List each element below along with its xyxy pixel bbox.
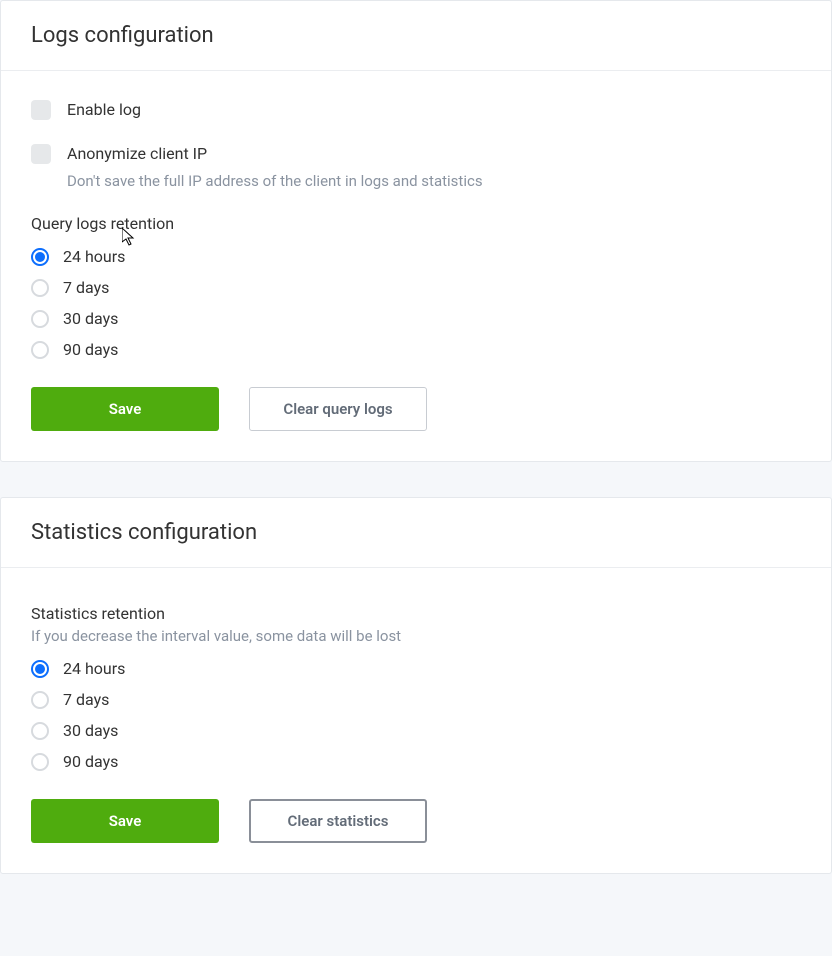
radio-icon [31, 753, 49, 771]
enable-log-checkbox-row[interactable]: Enable log [31, 99, 801, 121]
query-retention-option-label: 30 days [63, 309, 118, 328]
radio-icon [31, 248, 49, 266]
stats-retention-option-label: 7 days [63, 690, 109, 709]
stats-config-card: Statistics configuration Statistics rete… [0, 497, 832, 874]
stats-config-body: Statistics retention If you decrease the… [1, 568, 831, 873]
clear-statistics-button[interactable]: Clear statistics [249, 799, 427, 843]
query-retention-option-7d[interactable]: 7 days [31, 278, 801, 297]
radio-icon [31, 279, 49, 297]
enable-log-label: Enable log [67, 100, 141, 119]
radio-icon [31, 691, 49, 709]
save-stats-button[interactable]: Save [31, 799, 219, 843]
stats-config-title: Statistics configuration [31, 520, 801, 545]
clear-query-logs-button[interactable]: Clear query logs [249, 387, 427, 431]
stats-retention-option-24h[interactable]: 24 hours [31, 659, 801, 678]
anonymize-ip-checkbox-row[interactable]: Anonymize client IP Don't save the full … [31, 143, 801, 192]
stats-retention-option-90d[interactable]: 90 days [31, 752, 801, 771]
query-retention-option-90d[interactable]: 90 days [31, 340, 801, 359]
query-logs-retention-group: 24 hours 7 days 30 days 90 days [31, 247, 801, 359]
query-retention-option-label: 7 days [63, 278, 109, 297]
radio-icon [31, 310, 49, 328]
logs-config-header: Logs configuration [1, 1, 831, 71]
stats-retention-group: 24 hours 7 days 30 days 90 days [31, 659, 801, 771]
radio-icon [31, 341, 49, 359]
radio-icon [31, 722, 49, 740]
stats-retention-option-30d[interactable]: 30 days [31, 721, 801, 740]
anonymize-ip-label: Anonymize client IP [67, 144, 207, 163]
save-logs-button[interactable]: Save [31, 387, 219, 431]
radio-icon [31, 660, 49, 678]
anonymize-ip-desc: Don't save the full IP address of the cl… [67, 170, 483, 193]
stats-retention-desc: If you decrease the interval value, some… [31, 627, 801, 645]
query-retention-option-24h[interactable]: 24 hours [31, 247, 801, 266]
logs-config-card: Logs configuration Enable log Anonymize … [0, 0, 832, 462]
stats-button-row: Save Clear statistics [31, 799, 801, 843]
checkbox-icon [31, 100, 51, 120]
stats-retention-option-label: 24 hours [63, 659, 125, 678]
query-logs-retention-label: Query logs retention [31, 214, 801, 233]
stats-config-header: Statistics configuration [1, 498, 831, 568]
stats-retention-option-label: 30 days [63, 721, 118, 740]
query-retention-option-30d[interactable]: 30 days [31, 309, 801, 328]
stats-retention-label: Statistics retention [31, 604, 801, 623]
stats-retention-option-7d[interactable]: 7 days [31, 690, 801, 709]
logs-button-row: Save Clear query logs [31, 387, 801, 431]
logs-config-body: Enable log Anonymize client IP Don't sav… [1, 71, 831, 461]
checkbox-icon [31, 144, 51, 164]
query-retention-option-label: 24 hours [63, 247, 125, 266]
logs-config-title: Logs configuration [31, 23, 801, 48]
query-retention-option-label: 90 days [63, 340, 118, 359]
stats-retention-option-label: 90 days [63, 752, 118, 771]
